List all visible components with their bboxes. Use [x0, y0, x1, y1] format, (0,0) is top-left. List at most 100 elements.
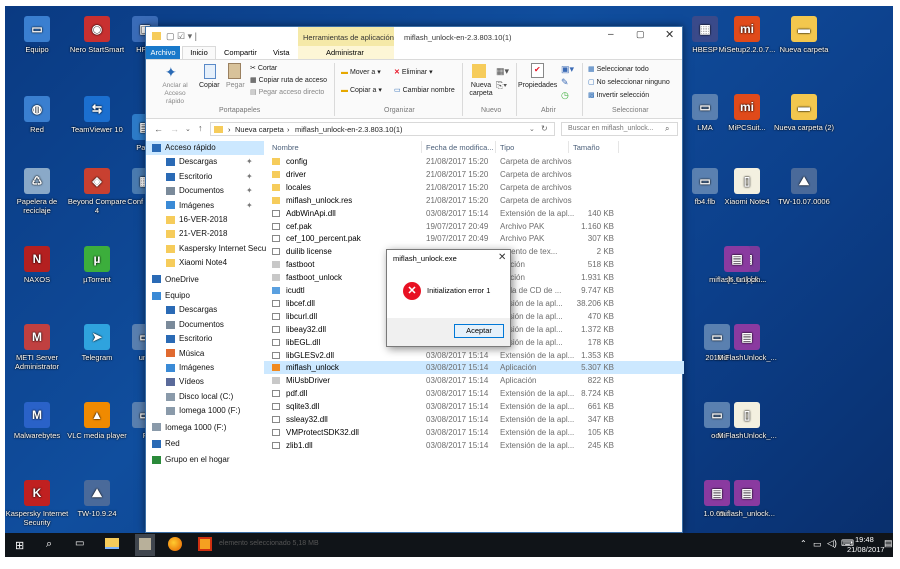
desktop-icon[interactable]: M METI Server Administrator	[5, 324, 69, 371]
column-date[interactable]: Fecha de modifica...	[426, 143, 494, 152]
desktop-icon[interactable]: ▤ miflash_unlock...	[705, 246, 769, 284]
file-row[interactable]: driver 21/08/2017 15:20 Carpeta de archivo…	[264, 168, 684, 181]
nav-item[interactable]: Escritorio ✦	[146, 170, 264, 184]
firefox-icon[interactable]	[168, 537, 182, 551]
new-folder-button[interactable]: Nueva carpeta	[466, 82, 496, 98]
dialog-close-icon[interactable]: ✕	[498, 252, 506, 263]
breadcrumb-item[interactable]: Nueva carpeta	[235, 125, 284, 134]
network-icon[interactable]: ▭	[813, 539, 822, 550]
file-row[interactable]: config 21/08/2017 15:20 Carpeta de archivo…	[264, 155, 684, 168]
clock-time[interactable]: 19:48	[855, 535, 874, 544]
file-row[interactable]: cef.pak 19/07/2017 20:49 Archivo PAK 1.160 …	[264, 220, 684, 233]
delete-button[interactable]: ✕ Eliminar ▾	[394, 68, 433, 76]
paste-button[interactable]: Pegar	[226, 82, 245, 89]
nav-item[interactable]: Xiaomi Note4	[146, 256, 264, 270]
title-bar[interactable]: ▢ ☑ ▾ | Herramientas de aplicación mifla…	[146, 27, 682, 46]
close-icon[interactable]: ✕	[665, 28, 674, 41]
desktop-icon[interactable]: ◍ Red	[5, 96, 69, 134]
accept-button[interactable]: Aceptar	[454, 324, 504, 338]
nav-item[interactable]: Imágenes ✦	[146, 199, 264, 213]
file-row[interactable]: miflash_unlock 03/08/2017 15:14 Aplicación…	[264, 361, 684, 375]
move-to-button[interactable]: ▬ Mover a ▾	[341, 68, 381, 76]
tab-compartir[interactable]: Compartir	[224, 48, 257, 57]
column-type[interactable]: Tipo	[500, 143, 514, 152]
properties-button[interactable]: Propiedades	[518, 82, 557, 89]
tray-chevron-icon[interactable]: ⌃	[800, 539, 807, 548]
back-icon[interactable]: ←	[154, 124, 163, 134]
file-row[interactable]: locales 21/08/2017 15:20 Carpeta de archiv…	[264, 181, 684, 194]
windows-start-icon[interactable]: ⊞	[15, 539, 24, 552]
nav-item[interactable]: Grupo en el hogar	[146, 453, 264, 467]
edit-icon[interactable]: ✎	[561, 77, 569, 88]
error-dialog[interactable]: miflash_unlock.exe ✕ ✕ Initialization er…	[386, 249, 511, 347]
app-taskbar-icon[interactable]	[198, 537, 212, 551]
minimize-icon[interactable]: –	[608, 29, 614, 40]
desktop-icon[interactable]: ▤ miflash_unlock...	[715, 480, 779, 518]
desktop-icon[interactable]: µ µTorrent	[65, 246, 129, 284]
file-row[interactable]: miflash_unlock.res 21/08/2017 15:20 Carpet…	[264, 194, 684, 207]
desktop-icon[interactable]: ▬ Nueva carpeta (2)	[772, 94, 836, 132]
quick-access-toolbar[interactable]: ▢ ☑ ▾ |	[166, 31, 197, 42]
nav-item[interactable]: 21-VER-2018	[146, 227, 264, 241]
file-row[interactable]: zlib1.dll 03/08/2017 15:14 Extensión de la…	[264, 439, 684, 452]
breadcrumb-item[interactable]: miflash_unlock-en-2.3.803.10(1)	[295, 125, 403, 134]
file-row[interactable]: ssleay32.dll 03/08/2017 15:14 Extensión de…	[264, 413, 684, 426]
file-row[interactable]: MiUsbDriver 03/08/2017 15:14 Aplicación 822…	[264, 374, 684, 387]
pin-quick-access-button[interactable]: Anclar al Acceso rápido	[157, 82, 193, 106]
tab-vista[interactable]: Vista	[273, 48, 290, 57]
rename-button[interactable]: ▭ Cambiar nombre	[394, 86, 455, 94]
column-size[interactable]: Tamaño	[573, 143, 600, 152]
easy-access-icon[interactable]: ⎘▾	[496, 80, 507, 91]
nav-item[interactable]: Imágenes	[146, 361, 264, 375]
miflash-taskbar-icon[interactable]	[139, 538, 151, 550]
desktop-icon[interactable]: ▭ Equipo	[5, 16, 69, 54]
cut-button[interactable]: ✂ Cortar	[250, 64, 277, 72]
nav-item[interactable]: Vídeos	[146, 375, 264, 389]
search-icon[interactable]: ⌕	[46, 538, 52, 551]
nav-item[interactable]: Red	[146, 437, 264, 451]
desktop-icon[interactable]: ▬ Nueva carpeta	[772, 16, 836, 54]
desktop-icon[interactable]: ▤ MiFlashUnlock_...	[715, 324, 779, 362]
paste-shortcut-button[interactable]: ▤ Pegar acceso directo	[250, 88, 324, 96]
address-dropdown-icon[interactable]: ⌄	[529, 125, 535, 133]
nav-item[interactable]: 16-VER-2018	[146, 213, 264, 227]
search-box[interactable]: Buscar en miflash_unlock... ⌕	[561, 122, 678, 136]
file-explorer-taskbar-icon[interactable]	[105, 538, 119, 549]
history-icon[interactable]: ◷	[561, 90, 569, 101]
copy-path-button[interactable]: ▦ Copiar ruta de acceso	[250, 76, 327, 84]
file-row[interactable]: pdf.dll 03/08/2017 15:14 Extensión de la a…	[264, 387, 684, 400]
tab-inicio[interactable]: Inicio	[182, 46, 216, 60]
desktop-icon[interactable]: ▯ MiFlashUnlock_...	[715, 402, 779, 440]
nav-item[interactable]: Acceso rápido	[146, 141, 264, 155]
column-name[interactable]: Nombre	[272, 143, 299, 152]
clock-date[interactable]: 21/08/2017	[847, 545, 885, 554]
nav-item[interactable]: Iomega 1000 (F:)	[146, 404, 264, 418]
nav-item[interactable]: Documentos	[146, 318, 264, 332]
file-row[interactable]: VMProtectSDK32.dll 03/08/2017 15:14 Extens…	[264, 426, 684, 439]
file-row[interactable]: sqlite3.dll 03/08/2017 15:14 Extensión de …	[264, 400, 684, 413]
nav-item[interactable]: Escritorio	[146, 332, 264, 346]
nav-item[interactable]: Disco local (C:)	[146, 390, 264, 404]
nav-item[interactable]: Descargas ✦	[146, 155, 264, 169]
forward-icon[interactable]: →	[170, 124, 179, 134]
desktop-icon[interactable]: ⛰ TW-10.9.24	[65, 480, 129, 518]
copy-to-button[interactable]: ▬ Copiar a ▾	[341, 86, 382, 94]
select-none-button[interactable]: ▢ No seleccionar ninguno	[588, 78, 670, 86]
search-input[interactable]: Buscar en miflash_unlock...	[568, 125, 654, 132]
desktop-icon[interactable]: ⛰ TW-10.07.0006	[772, 168, 836, 206]
open-icon[interactable]: ▣▾	[561, 64, 574, 75]
maximize-icon[interactable]: ▢	[636, 29, 645, 40]
invert-selection-button[interactable]: ▩ Invertir selección	[588, 91, 649, 99]
nav-item[interactable]: Equipo	[146, 289, 264, 303]
tab-administrar[interactable]: Administrar	[326, 48, 364, 57]
refresh-icon[interactable]: ↻	[541, 124, 548, 133]
nav-item[interactable]: Kaspersky Internet Secu	[146, 242, 266, 256]
file-row[interactable]: cef_100_percent.pak 19/07/2017 20:49 Archi…	[264, 232, 684, 245]
desktop-icon[interactable]: K Kaspersky Internet Security	[5, 480, 69, 527]
nav-item[interactable]: OneDrive	[146, 273, 264, 287]
desktop-icon[interactable]: M Malwarebytes	[5, 402, 69, 440]
nav-item[interactable]: Música	[146, 347, 264, 361]
nav-item[interactable]: Iomega 1000 (F:)	[146, 421, 264, 435]
nav-item[interactable]: Documentos ✦	[146, 184, 264, 198]
desktop-icon[interactable]: N NAXOS	[5, 246, 69, 284]
